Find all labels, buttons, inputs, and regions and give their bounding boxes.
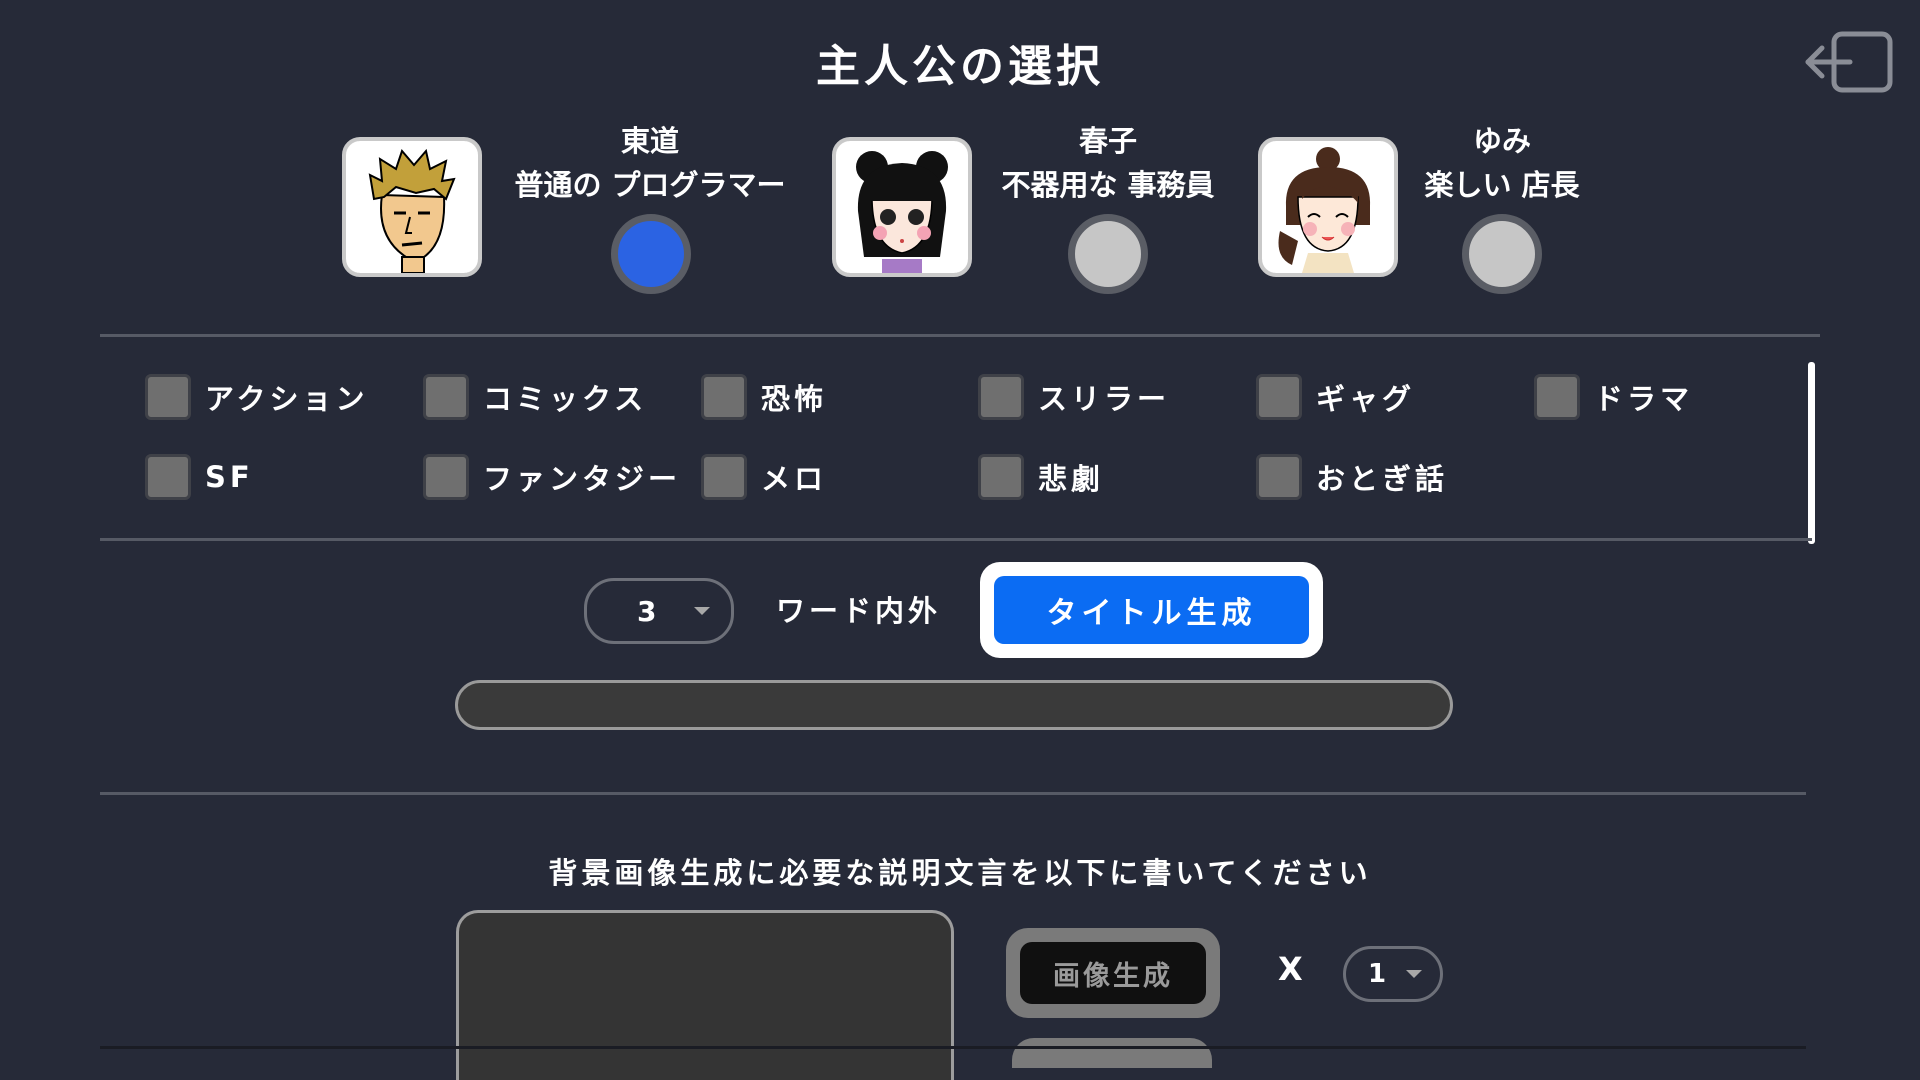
genre-label: ドラマ (1594, 382, 1694, 416)
word-count-value: 3 (637, 594, 657, 628)
genre-label: コミックス (483, 382, 648, 416)
genre-checkbox-action[interactable]: アクション (145, 370, 369, 424)
checkbox[interactable] (978, 454, 1024, 500)
bg-prompt-textarea[interactable] (456, 910, 954, 1080)
checkbox[interactable] (978, 374, 1024, 420)
genre-label: スリラー (1038, 382, 1171, 416)
page-title: 主人公の選択 (816, 41, 1104, 92)
male-programmer-avatar (346, 141, 478, 273)
checkbox[interactable] (1534, 374, 1580, 420)
character-name: 春子 (1078, 124, 1137, 158)
character-radio-1[interactable] (611, 214, 691, 294)
genre-label: メロ (761, 462, 828, 496)
genre-label: SF (205, 460, 254, 494)
word-count-select[interactable]: 3 (584, 578, 734, 644)
generate-image-button[interactable]: 画像生成 (1020, 942, 1206, 1004)
title-output-field[interactable] (455, 680, 1453, 730)
character-name: 東道 (620, 124, 679, 158)
secondary-button-edge[interactable] (1012, 1038, 1212, 1068)
character-role: 楽しい 店長 (1424, 168, 1580, 202)
generate-title-button-frame: タイトル生成 (980, 562, 1323, 658)
female-clerk-avatar (836, 141, 968, 273)
genre-label: おとぎ話 (1316, 462, 1449, 496)
avatar-character-3[interactable] (1258, 137, 1398, 277)
image-count-value: 1 (1368, 959, 1387, 989)
word-count-label: ワード内外 (776, 594, 942, 628)
character-radio-3[interactable] (1462, 214, 1542, 294)
generate-image-button-frame: 画像生成 (1006, 928, 1220, 1018)
genre-checkbox-fantasy[interactable]: ファンタジー (423, 450, 681, 504)
times-label: X (1278, 950, 1303, 988)
exit-arrow-icon (1805, 31, 1893, 93)
character-role: 不器用な 事務員 (1001, 168, 1215, 202)
genre-checkbox-thriller[interactable]: スリラー (978, 370, 1170, 424)
genre-checkbox-sf[interactable]: SF (145, 450, 254, 504)
checkbox[interactable] (423, 454, 469, 500)
chevron-down-icon (694, 607, 711, 615)
genre-label: ファンタジー (483, 462, 682, 496)
avatar-character-1[interactable] (342, 137, 482, 277)
checkbox[interactable] (423, 374, 469, 420)
divider (100, 792, 1806, 795)
genre-checkbox-fairytale[interactable]: おとぎ話 (1256, 450, 1448, 504)
divider (100, 334, 1820, 337)
genre-scrollbar[interactable] (1808, 362, 1815, 544)
genre-checkbox-melo[interactable]: メロ (701, 450, 827, 504)
genre-label: 恐怖 (761, 382, 828, 416)
checkbox[interactable] (701, 454, 747, 500)
exit-button[interactable] (1800, 28, 1896, 96)
checkbox[interactable] (145, 454, 191, 500)
female-manager-avatar (1262, 141, 1394, 273)
checkbox[interactable] (701, 374, 747, 420)
generate-title-button[interactable]: タイトル生成 (994, 576, 1309, 644)
genre-label: ギャグ (1316, 382, 1416, 416)
genre-checkbox-horror[interactable]: 恐怖 (701, 370, 827, 424)
divider (100, 1046, 1806, 1049)
divider (100, 538, 1812, 541)
checkbox[interactable] (1256, 374, 1302, 420)
genre-checkbox-tragedy[interactable]: 悲劇 (978, 450, 1104, 504)
character-role: 普通の プログラマー (514, 168, 786, 202)
checkbox[interactable] (1256, 454, 1302, 500)
genre-checkbox-drama[interactable]: ドラマ (1534, 370, 1693, 424)
chevron-down-icon (1406, 970, 1423, 978)
bg-prompt-label: 背景画像生成に必要な説明文言を以下に書いてください (548, 856, 1372, 890)
image-count-select[interactable]: 1 (1343, 946, 1443, 1002)
character-name: ゆみ (1472, 124, 1531, 158)
genre-label: アクション (205, 382, 369, 416)
genre-checkbox-gag[interactable]: ギャグ (1256, 370, 1415, 424)
avatar-character-2[interactable] (832, 137, 972, 277)
checkbox[interactable] (145, 374, 191, 420)
genre-label: 悲劇 (1038, 462, 1105, 496)
genre-checkbox-comics[interactable]: コミックス (423, 370, 647, 424)
character-radio-2[interactable] (1068, 214, 1148, 294)
